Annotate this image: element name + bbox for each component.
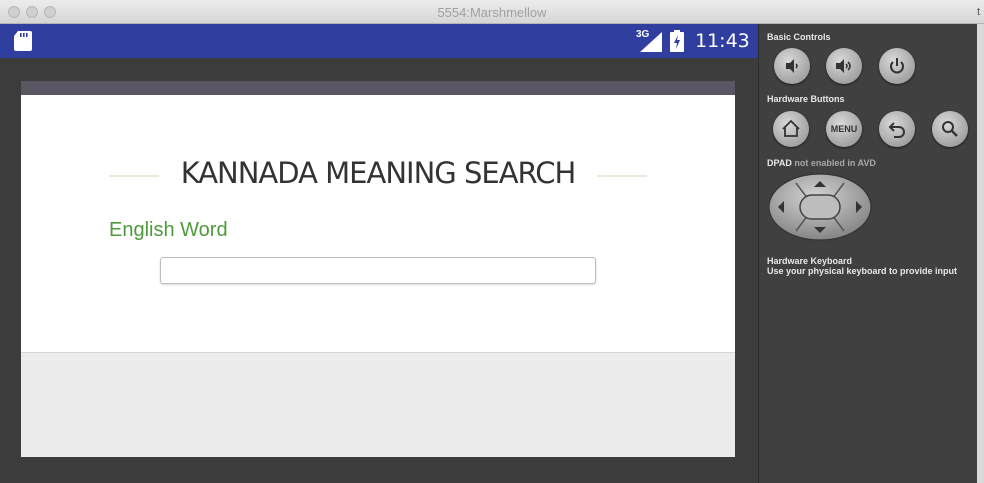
- emulator-controls-panel: Basic Controls Hardware Buttons MENU DPA…: [759, 24, 977, 483]
- menu-button-label: MENU: [830, 124, 858, 134]
- background-window-edge: [977, 24, 984, 483]
- basic-controls-heading: Basic Controls: [767, 32, 831, 42]
- english-word-label: English Word: [109, 219, 228, 241]
- power-button[interactable]: [879, 48, 915, 84]
- battery-charging-icon: [670, 30, 684, 52]
- hardware-keyboard-info: Hardware Keyboard Use your physical keyb…: [767, 256, 957, 276]
- home-button[interactable]: [773, 111, 809, 147]
- english-word-input[interactable]: [160, 257, 596, 284]
- dpad-status-text: not enabled in AVD: [791, 158, 876, 168]
- signal-icon: [640, 32, 662, 52]
- emulator-screen: 3G 11:43 KANNADA MEANING SEARCH English …: [0, 24, 758, 483]
- power-icon: [890, 58, 904, 74]
- dpad-heading: DPAD not enabled in AVD: [767, 158, 876, 168]
- menu-button[interactable]: MENU: [826, 111, 862, 147]
- home-icon: [782, 119, 800, 137]
- volume-up-icon: [836, 59, 851, 73]
- page-title: KANNADA MEANING SEARCH: [21, 156, 735, 190]
- app-window: KANNADA MEANING SEARCH English Word: [21, 81, 735, 457]
- dpad-control[interactable]: [768, 173, 872, 241]
- hardware-keyboard-description: Use your physical keyboard to provide in…: [767, 266, 958, 276]
- background-window-text: t: [977, 6, 981, 18]
- search-card: KANNADA MEANING SEARCH English Word: [21, 95, 735, 353]
- android-status-bar: 3G 11:43: [0, 24, 758, 58]
- volume-down-button[interactable]: [774, 48, 810, 84]
- back-button[interactable]: [879, 111, 915, 147]
- window-title: 5554:Marshmellow: [437, 5, 547, 20]
- volume-up-button[interactable]: [826, 48, 862, 84]
- search-icon: [942, 121, 958, 137]
- hardware-keyboard-title: Hardware Keyboard: [767, 256, 853, 266]
- search-button[interactable]: [932, 111, 968, 147]
- hardware-buttons-heading: Hardware Buttons: [767, 94, 845, 104]
- back-icon: [888, 122, 905, 138]
- dpad-label: DPAD: [767, 158, 792, 168]
- page-title-text: KANNADA MEANING SEARCH: [164, 156, 592, 190]
- window-titlebar: 5554:Marshmellow t: [0, 0, 984, 24]
- status-clock: 11:43: [695, 30, 750, 52]
- app-top-strip: [21, 81, 735, 95]
- sd-card-icon: [14, 31, 32, 51]
- volume-down-icon: [786, 59, 798, 73]
